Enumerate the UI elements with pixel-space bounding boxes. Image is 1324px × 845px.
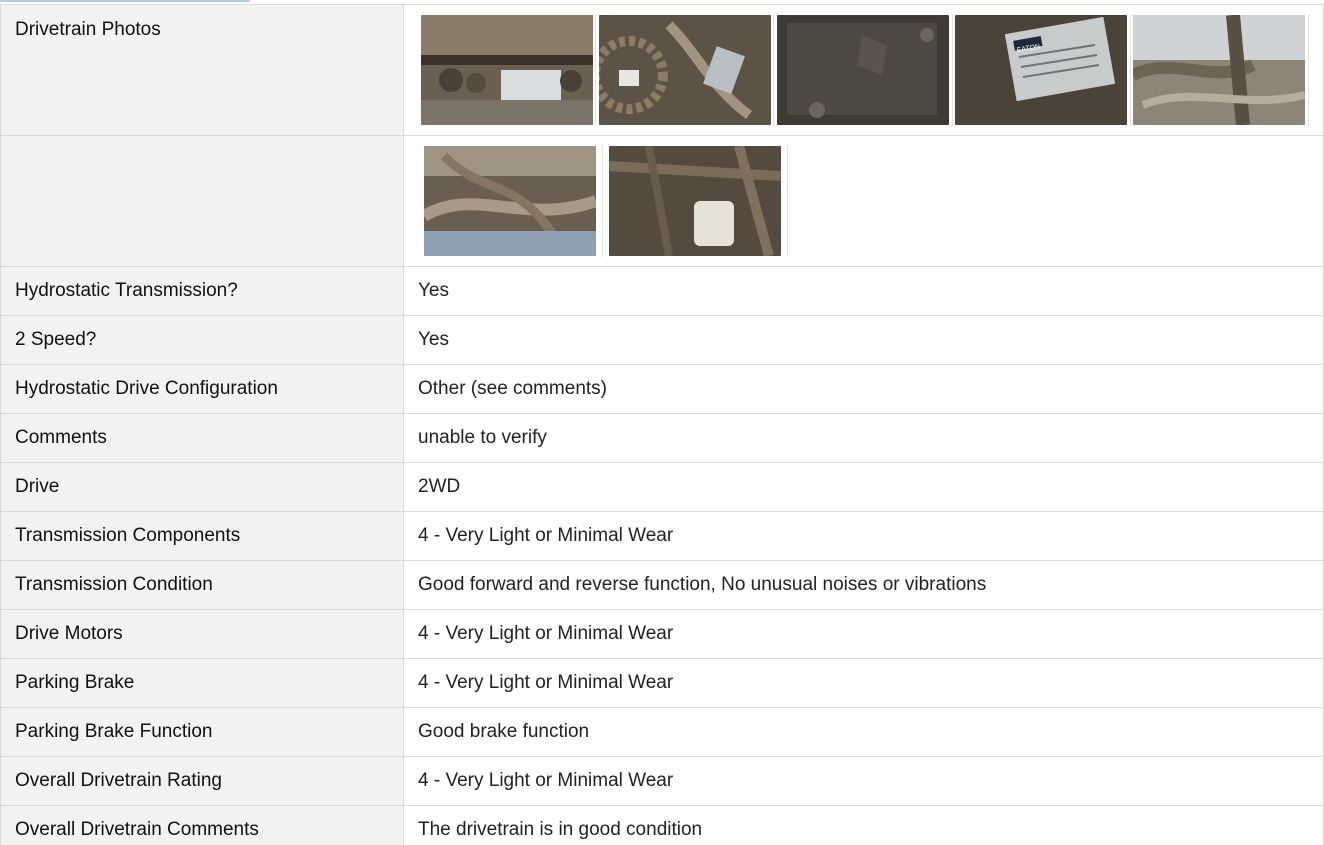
filter-photo[interactable] [609, 146, 781, 256]
hydrostatic-drive-configuration-value: Other (see comments) [403, 364, 1324, 414]
transmission-components-label: Transmission Components [0, 511, 404, 561]
row-overall-drivetrain-rating: Overall Drivetrain Rating 4 - Very Light… [0, 756, 1324, 806]
hydrostatic-transmission-value: Yes [403, 266, 1324, 316]
transmission-condition-label: Transmission Condition [0, 560, 404, 610]
photo-thumbnails-row-2 [403, 135, 1324, 267]
overall-drivetrain-comments-label: Overall Drivetrain Comments [0, 805, 404, 845]
casting-photo[interactable] [777, 15, 949, 125]
photo-thumbnails-row-1: EATON [403, 4, 1324, 136]
nameplate-photo[interactable]: EATON [955, 15, 1128, 125]
photo-row-2 [0, 135, 1324, 267]
hydrostatic-drive-configuration-label: Hydrostatic Drive Configuration [0, 364, 404, 414]
drive-value: 2WD [403, 462, 1324, 512]
drivetrain-photos-label-continued [0, 135, 404, 267]
row-comments: Comments unable to verify [0, 413, 1324, 463]
two-speed-label: 2 Speed? [0, 315, 404, 365]
transmission-components-value: 4 - Very Light or Minimal Wear [403, 511, 1324, 561]
overall-drivetrain-rating-label: Overall Drivetrain Rating [0, 756, 404, 806]
row-overall-drivetrain-comments: Overall Drivetrain Comments The drivetra… [0, 805, 1324, 845]
drivetrain-photos-label: Drivetrain Photos [0, 4, 404, 136]
parking-brake-function-value: Good brake function [403, 707, 1324, 757]
hoses-cluster-photo[interactable] [424, 146, 596, 256]
parking-brake-value: 4 - Very Light or Minimal Wear [403, 658, 1324, 708]
drivetrain-inspection-table: Drivetrain Photos EATON Hydrostatic Tran… [0, 4, 1324, 845]
row-hydrostatic-drive-configuration: Hydrostatic Drive Configuration Other (s… [0, 364, 1324, 414]
comments-value: unable to verify [403, 413, 1324, 463]
parking-brake-label: Parking Brake [0, 658, 404, 708]
transmission-condition-value: Good forward and reverse function, No un… [403, 560, 1324, 610]
hoses-pulley-photo[interactable] [598, 15, 771, 125]
row-drive: Drive 2WD [0, 462, 1324, 512]
drive-label: Drive [0, 462, 404, 512]
photo-row-1: Drivetrain Photos EATON [0, 4, 1324, 136]
overall-drivetrain-rating-value: 4 - Very Light or Minimal Wear [403, 756, 1324, 806]
inspection-report-page: Drivetrain Photos EATON Hydrostatic Tran… [0, 0, 1324, 845]
row-parking-brake: Parking Brake 4 - Very Light or Minimal … [0, 658, 1324, 708]
hydrostatic-transmission-label: Hydrostatic Transmission? [0, 266, 404, 316]
comments-label: Comments [0, 413, 404, 463]
row-hydrostatic-transmission: Hydrostatic Transmission? Yes [0, 266, 1324, 316]
drive-motors-label: Drive Motors [0, 609, 404, 659]
drive-motors-value: 4 - Very Light or Minimal Wear [403, 609, 1324, 659]
row-parking-brake-function: Parking Brake Function Good brake functi… [0, 707, 1324, 757]
undercarriage-photo[interactable] [420, 15, 593, 125]
parking-brake-function-label: Parking Brake Function [0, 707, 404, 757]
row-drive-motors: Drive Motors 4 - Very Light or Minimal W… [0, 609, 1324, 659]
row-transmission-components: Transmission Components 4 - Very Light o… [0, 511, 1324, 561]
row-2-speed: 2 Speed? Yes [0, 315, 1324, 365]
overall-drivetrain-comments-value: The drivetrain is in good condition [403, 805, 1324, 845]
frame-hoses-photo[interactable] [1133, 15, 1306, 125]
two-speed-value: Yes [403, 315, 1324, 365]
row-transmission-condition: Transmission Condition Good forward and … [0, 560, 1324, 610]
